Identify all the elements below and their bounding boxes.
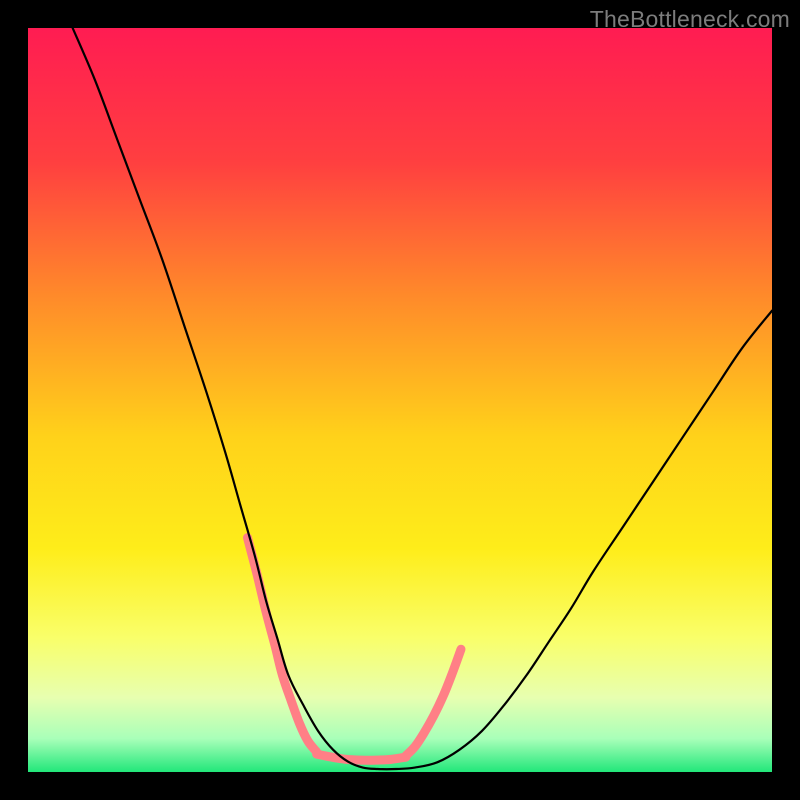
plot-area — [28, 28, 772, 772]
chart-frame: TheBottleneck.com — [0, 0, 800, 800]
heat-gradient — [28, 28, 772, 772]
watermark-text: TheBottleneck.com — [590, 6, 790, 33]
